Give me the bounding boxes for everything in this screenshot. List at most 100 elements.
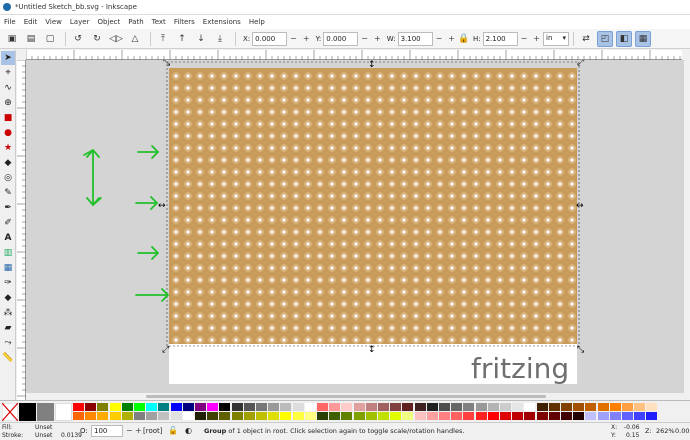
color-swatch[interactable] — [109, 412, 121, 420]
color-swatch[interactable] — [414, 403, 426, 411]
color-swatch[interactable] — [597, 403, 609, 411]
white-swatch[interactable] — [55, 403, 72, 421]
color-swatch[interactable] — [329, 412, 341, 420]
rotate-ccw-icon[interactable]: ↺ — [70, 31, 86, 47]
scale-corners-icon[interactable]: ◰ — [597, 30, 613, 47]
spray-tool-icon[interactable]: ⁂ — [1, 306, 15, 320]
gray-swatch[interactable] — [37, 403, 54, 421]
color-swatch[interactable] — [597, 412, 609, 420]
color-swatch[interactable] — [426, 403, 438, 411]
select-all-layers-icon[interactable]: ▤ — [23, 31, 39, 47]
gradient-tool-icon[interactable]: ▥ — [1, 246, 15, 260]
color-swatch[interactable] — [378, 412, 389, 420]
color-swatch[interactable] — [426, 412, 438, 420]
horizontal-ruler[interactable] — [25, 50, 682, 60]
vertical-scrollbar[interactable] — [684, 50, 690, 400]
color-swatch[interactable] — [97, 403, 109, 411]
menu-file[interactable]: File — [0, 18, 20, 26]
dropper-tool-icon[interactable]: ✑ — [1, 276, 15, 290]
scale-stroke-icon[interactable]: ⇄ — [578, 31, 594, 47]
color-swatch[interactable] — [85, 412, 97, 420]
color-swatch[interactable] — [231, 403, 243, 411]
raise-icon[interactable]: ↑ — [174, 31, 190, 47]
color-swatch[interactable] — [512, 412, 524, 420]
color-swatch[interactable] — [195, 412, 206, 420]
color-swatch[interactable] — [585, 403, 597, 411]
stroke-width-value[interactable]: 0.0139 — [61, 432, 82, 439]
color-swatch[interactable] — [609, 403, 621, 411]
color-swatch[interactable] — [634, 412, 646, 420]
color-swatch[interactable] — [365, 403, 377, 411]
color-swatch[interactable] — [243, 403, 255, 411]
calligraphy-tool-icon[interactable]: ✐ — [1, 216, 15, 230]
vertical-ruler[interactable] — [17, 59, 26, 400]
zoom-tool-icon[interactable]: ⊕ — [1, 96, 15, 110]
rotation-value[interactable]: 0.00 — [675, 427, 689, 435]
color-swatch[interactable] — [317, 412, 328, 420]
menu-extensions[interactable]: Extensions — [199, 18, 245, 26]
color-swatch[interactable] — [585, 412, 597, 420]
w-input[interactable]: 3.100 — [397, 31, 433, 46]
color-swatch[interactable] — [573, 403, 585, 411]
color-swatch[interactable] — [390, 403, 402, 411]
y-decrement-button[interactable]: − — [361, 34, 368, 43]
color-swatch[interactable] — [634, 403, 646, 411]
horizontal-scroll-thumb[interactable] — [146, 395, 546, 398]
no-paint-swatch[interactable] — [2, 403, 18, 421]
color-swatch[interactable] — [609, 412, 621, 420]
resize-handle-right[interactable]: ↔ — [576, 201, 584, 211]
selector-tool-icon[interactable]: ➤ — [1, 51, 15, 65]
color-swatch[interactable] — [73, 403, 84, 411]
color-swatch[interactable] — [231, 412, 243, 420]
color-swatch[interactable] — [268, 412, 280, 420]
color-swatch[interactable] — [439, 403, 450, 411]
color-swatch[interactable] — [121, 403, 133, 411]
x-decrement-button[interactable]: − — [290, 34, 297, 43]
color-swatch[interactable] — [622, 412, 633, 420]
color-swatch[interactable] — [524, 412, 536, 420]
color-swatch[interactable] — [134, 403, 145, 411]
circle-tool-icon[interactable]: ● — [1, 126, 15, 140]
color-swatch[interactable] — [524, 403, 536, 411]
color-swatch[interactable] — [341, 412, 353, 420]
color-swatch[interactable] — [536, 403, 548, 411]
y-input[interactable]: 0.000 — [323, 31, 359, 46]
h-decrement-button[interactable]: − — [521, 34, 528, 43]
color-swatch[interactable] — [561, 403, 572, 411]
menu-view[interactable]: View — [41, 18, 66, 26]
color-swatch[interactable] — [353, 403, 365, 411]
color-swatch[interactable] — [402, 412, 414, 420]
color-swatch[interactable] — [280, 403, 292, 411]
color-swatch[interactable] — [561, 412, 572, 420]
color-swatch[interactable] — [451, 403, 463, 411]
rotate-cw-icon[interactable]: ↻ — [89, 31, 105, 47]
color-swatch[interactable] — [463, 403, 475, 411]
color-swatch[interactable] — [158, 403, 170, 411]
color-swatch[interactable] — [170, 403, 182, 411]
transform-patterns-icon[interactable]: ▦ — [635, 30, 651, 47]
opacity-increment-button[interactable]: + — [135, 426, 142, 435]
color-swatch[interactable] — [134, 412, 145, 420]
opacity-decrement-button[interactable]: − — [126, 426, 133, 435]
stroke-value[interactable]: Unset — [35, 432, 52, 439]
perfboard[interactable] — [169, 68, 577, 344]
color-swatch[interactable] — [500, 403, 511, 411]
color-swatch[interactable] — [256, 403, 267, 411]
color-swatch[interactable] — [170, 412, 182, 420]
resize-handle-top-left[interactable]: ⤡ — [163, 60, 170, 68]
lock-layer-icon[interactable]: 🔓 — [168, 426, 178, 435]
color-swatch[interactable] — [292, 412, 304, 420]
color-swatch[interactable] — [73, 412, 84, 420]
color-swatch[interactable] — [487, 412, 499, 420]
visibility-icon[interactable]: ◐ — [185, 426, 192, 435]
h-increment-button[interactable]: + — [533, 34, 540, 43]
color-swatch[interactable] — [573, 412, 585, 420]
connector-tool-icon[interactable]: ⤳ — [1, 336, 15, 350]
color-swatch[interactable] — [207, 403, 219, 411]
color-swatch[interactable] — [365, 412, 377, 420]
color-swatch[interactable] — [390, 412, 402, 420]
lower-icon[interactable]: ↓ — [193, 31, 209, 47]
spiral-tool-icon[interactable]: ◎ — [1, 171, 15, 185]
eraser-tool-icon[interactable]: ▰ — [1, 321, 15, 335]
resize-handle-bottom-right[interactable]: ⤡ — [577, 345, 584, 355]
